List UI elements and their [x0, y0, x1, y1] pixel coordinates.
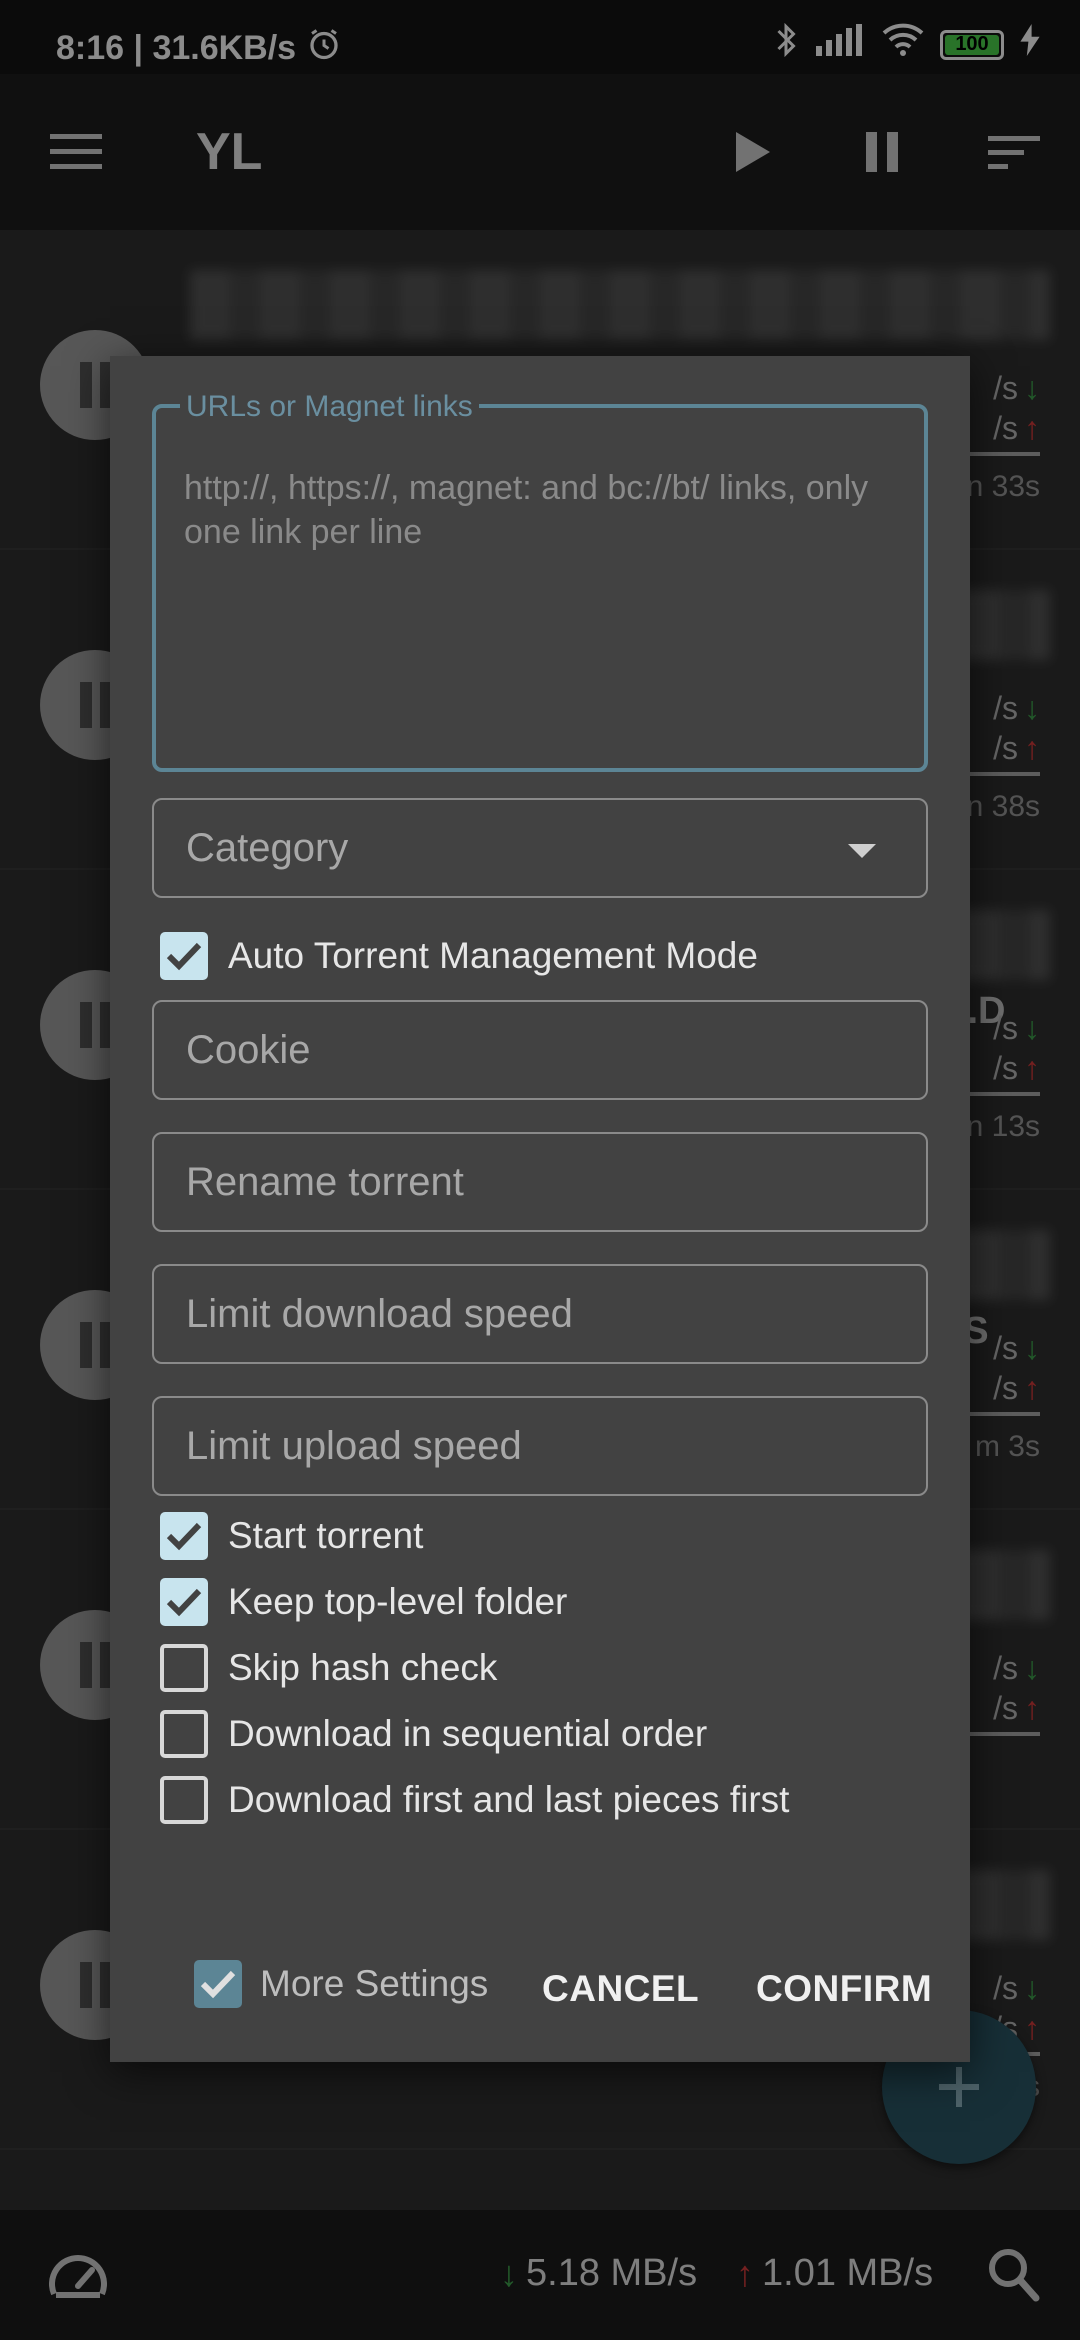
start-torrent-checkbox[interactable]: [160, 1512, 208, 1560]
url-input-placeholder: http://, https://, magnet: and bc://bt/ …: [184, 469, 869, 551]
limit-upload-field[interactable]: Limit upload speed: [152, 1396, 928, 1496]
add-torrent-dialog: URLs or Magnet links http://, https://, …: [110, 356, 970, 2062]
sequential-order-label: Download in sequential order: [228, 1713, 708, 1754]
category-select[interactable]: Category: [152, 798, 928, 898]
limit-download-placeholder: Limit download speed: [186, 1291, 573, 1336]
dropdown-arrow-icon: [848, 844, 876, 858]
url-input[interactable]: URLs or Magnet links http://, https://, …: [152, 390, 928, 772]
category-select-label: Category: [186, 825, 349, 870]
check-icon: [166, 942, 202, 971]
sequential-order-checkbox-row[interactable]: Download in sequential order: [160, 1710, 707, 1758]
app-screen: 8:16 | 31.6KB/s 100 YL /s ↓ /s ↑ n 33s /…: [0, 0, 1080, 2340]
rename-placeholder: Rename torrent: [186, 1159, 464, 1204]
more-settings-row[interactable]: More Settings: [194, 1960, 488, 2008]
rename-torrent-field[interactable]: Rename torrent: [152, 1132, 928, 1232]
sequential-order-checkbox[interactable]: [160, 1710, 208, 1758]
skip-hash-check-label: Skip hash check: [228, 1647, 498, 1688]
limit-download-field[interactable]: Limit download speed: [152, 1264, 928, 1364]
cookie-placeholder: Cookie: [186, 1027, 311, 1072]
more-settings-checkbox[interactable]: [194, 1960, 242, 2008]
check-icon: [200, 1970, 236, 1999]
check-icon: [166, 1522, 202, 1551]
auto-tmm-checkbox[interactable]: [160, 932, 208, 980]
keep-top-level-folder-checkbox[interactable]: [160, 1578, 208, 1626]
dialog-footer: More Settings CANCEL CONFIRM: [110, 1946, 970, 2026]
confirm-button[interactable]: CONFIRM: [756, 1968, 932, 2010]
keep-top-level-folder-label: Keep top-level folder: [228, 1581, 568, 1622]
first-last-pieces-label: Download first and last pieces first: [228, 1779, 790, 1820]
auto-tmm-checkbox-row[interactable]: Auto Torrent Management Mode: [160, 932, 758, 980]
keep-top-level-folder-checkbox-row[interactable]: Keep top-level folder: [160, 1578, 567, 1626]
more-settings-label: More Settings: [260, 1963, 489, 2004]
skip-hash-check-checkbox[interactable]: [160, 1644, 208, 1692]
cancel-button[interactable]: CANCEL: [542, 1968, 699, 2010]
url-input-label: URLs or Magnet links: [180, 390, 479, 424]
limit-upload-placeholder: Limit upload speed: [186, 1423, 522, 1468]
first-last-pieces-checkbox[interactable]: [160, 1776, 208, 1824]
first-last-pieces-checkbox-row[interactable]: Download first and last pieces first: [160, 1776, 789, 1824]
auto-tmm-label: Auto Torrent Management Mode: [228, 935, 758, 976]
start-torrent-checkbox-row[interactable]: Start torrent: [160, 1512, 423, 1560]
skip-hash-check-checkbox-row[interactable]: Skip hash check: [160, 1644, 497, 1692]
start-torrent-label: Start torrent: [228, 1515, 424, 1556]
check-icon: [166, 1588, 202, 1617]
cookie-field[interactable]: Cookie: [152, 1000, 928, 1100]
